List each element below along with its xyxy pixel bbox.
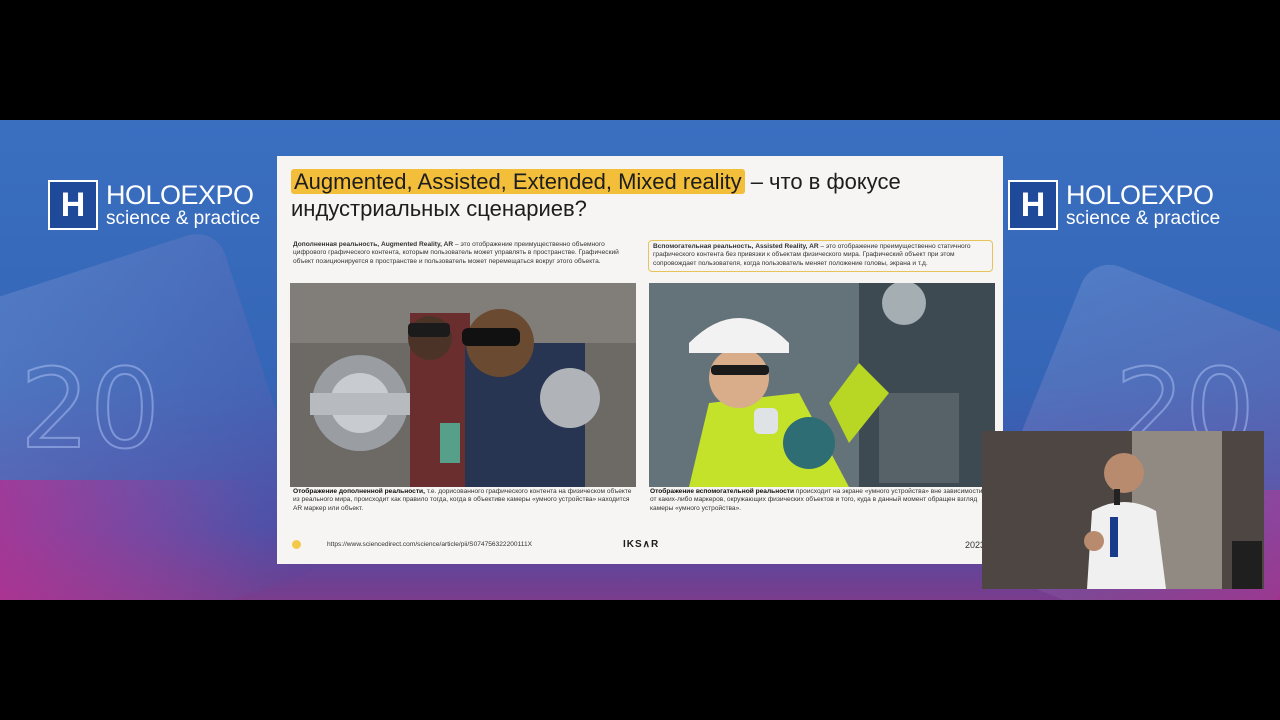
assisted-reality-photo (649, 283, 995, 487)
logo-name: HOLOEXPO (106, 180, 254, 210)
ar-photo-illustration (290, 283, 636, 487)
iksar-logo: IKS∧R (623, 539, 660, 550)
logo-mark-icon: H (48, 180, 98, 230)
footer-dot-icon (292, 540, 301, 549)
logo-name: HOLOEXPO (1066, 180, 1214, 210)
presentation-slide: Augmented, Assisted, Extended, Mixed rea… (277, 156, 1003, 564)
holoexpo-logo-right: H HOLOEXPO science & practice (1008, 180, 1220, 230)
title-highlight: Augmented, Assisted, Extended, Mixed rea… (291, 169, 745, 194)
logo-tagline: science & practice (1066, 208, 1221, 229)
logo-tagline: science & practice (106, 208, 261, 229)
holoexpo-logo-left: H HOLOEXPO science & practice (48, 180, 260, 230)
speaker-video-inset (982, 431, 1264, 589)
assisted-reality-definition: Вспомогательная реальность, Assisted Rea… (648, 240, 993, 273)
speaker-illustration (982, 431, 1264, 589)
assisted-photo-caption: Отображение вспомогательной реальности п… (650, 488, 983, 512)
ar-headset-photo (290, 283, 636, 487)
ar-definition: Дополненная реальность, Augmented Realit… (293, 241, 619, 265)
ar-photo-caption: Отображение дополненной реальности, т.е.… (293, 488, 632, 512)
logo-mark-icon: H (1008, 180, 1058, 230)
assisted-photo-illustration (649, 283, 995, 487)
backdrop-accent-left (0, 480, 260, 600)
slide-title: Augmented, Assisted, Extended, Mixed rea… (291, 168, 991, 222)
source-link[interactable]: https://www.sciencedirect.com/science/ar… (327, 541, 532, 548)
background-year-left: 20 (19, 344, 161, 474)
